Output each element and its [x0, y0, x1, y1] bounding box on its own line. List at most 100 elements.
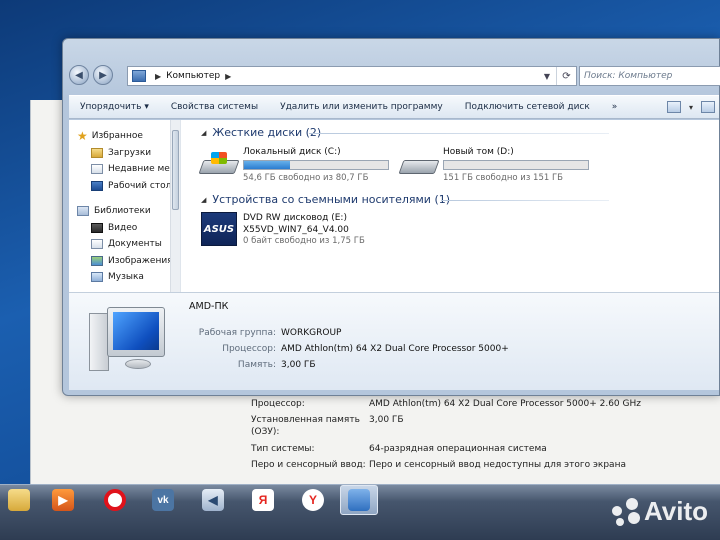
- taskbar-button-folder[interactable]: [0, 485, 38, 515]
- address-bar[interactable]: ▶ Компьютер ▶ ▼ ⟳: [127, 66, 577, 86]
- avito-logo-icon: [611, 497, 640, 526]
- cpu-label: Процессор:: [222, 344, 276, 354]
- group-title: Жесткие диски (2): [212, 126, 322, 139]
- chevron-down-icon[interactable]: ▾: [689, 103, 693, 112]
- nav-item-documents[interactable]: Документы: [69, 236, 180, 253]
- cpu-label: Процессор:: [251, 399, 305, 409]
- taskbar-button-explorer[interactable]: [340, 485, 378, 515]
- address-path[interactable]: Компьютер: [166, 71, 220, 81]
- detail-row: Память: 3,00 ГБ: [181, 359, 581, 371]
- drive-free-space: 0 байт свободно из 1,75 ГБ: [243, 236, 365, 246]
- drive-name: DVD RW дисковод (E:): [243, 213, 347, 223]
- music-icon: [91, 272, 103, 283]
- taskbar-button-media[interactable]: ▶: [44, 485, 82, 515]
- nav-item-label: Библиотеки: [94, 206, 151, 217]
- taskbar-button-yandex[interactable]: Я: [244, 485, 282, 515]
- avito-watermark: Avito: [611, 496, 708, 527]
- nav-item-label: Изображения: [108, 255, 173, 266]
- nav-item-label: Избранное: [91, 131, 143, 142]
- avito-text: Avito: [643, 496, 708, 526]
- group-divider: [309, 133, 609, 134]
- computer-icon: [348, 489, 370, 511]
- drives-view: ◢ Жесткие диски (2) Локальный диск (C:) …: [181, 120, 719, 292]
- system-properties-button[interactable]: Свойства системы: [160, 102, 269, 112]
- system-drive-icon: [198, 152, 240, 176]
- computer-name: AMD-ПК: [189, 301, 229, 312]
- title-bar: ◀ ▶ ▶ Компьютер ▶ ▼ ⟳ Поиск: Компьютер: [63, 39, 720, 91]
- chevron-right-icon[interactable]: ▶: [225, 72, 231, 81]
- nav-item-downloads[interactable]: Загрузки: [69, 145, 180, 162]
- more-commands-button[interactable]: »: [601, 102, 629, 112]
- preview-pane-icon[interactable]: [701, 101, 715, 113]
- organize-button[interactable]: Упорядочить ▾: [69, 102, 160, 112]
- group-divider: [441, 200, 609, 201]
- removable-group-header[interactable]: ◢ Устройства со съемными носителями (1): [201, 193, 609, 206]
- change-view-icon[interactable]: [666, 101, 681, 113]
- nav-item-libraries[interactable]: Библиотеки: [69, 203, 180, 220]
- taskbar-button-yandex-browser[interactable]: Y: [294, 485, 332, 515]
- computer-icon: [132, 70, 146, 82]
- video-icon: [91, 222, 103, 233]
- folder-icon: [8, 489, 30, 511]
- arrow-right-icon: ▶: [99, 69, 107, 81]
- nav-item-pictures[interactable]: Изображения: [69, 253, 180, 270]
- collapse-arrow-icon[interactable]: ◢: [201, 129, 206, 137]
- taskbar-button-opera[interactable]: [96, 485, 134, 515]
- nav-item-music[interactable]: Музыка: [69, 269, 180, 286]
- system-info-row: Перо и сенсорный ввод: Перо и сенсорный …: [251, 459, 691, 475]
- taskbar-button-audio[interactable]: ◀: [194, 485, 232, 515]
- cpu-value: AMD Athlon(tm) 64 X2 Dual Core Processor…: [369, 399, 641, 409]
- chevron-right-icon[interactable]: ▶: [155, 72, 161, 81]
- nav-item-label: Загрузки: [108, 147, 152, 158]
- pictures-icon: [91, 255, 103, 266]
- media-player-icon: ▶: [52, 489, 74, 511]
- chevron-down-icon[interactable]: ▼: [540, 67, 554, 85]
- forward-button[interactable]: ▶: [93, 65, 113, 85]
- drive-item-dvd[interactable]: ASUS DVD RW дисковод (E:) X55VD_WIN7_64_…: [201, 212, 365, 247]
- map-network-drive-button[interactable]: Подключить сетевой диск: [454, 102, 601, 112]
- workgroup-value: WORKGROUP: [281, 328, 342, 338]
- detail-row: Процессор: AMD Athlon(tm) 64 X2 Dual Cor…: [181, 343, 581, 355]
- system-info-row: Процессор: AMD Athlon(tm) 64 X2 Dual Cor…: [251, 398, 691, 414]
- uninstall-program-button[interactable]: Удалить или изменить программу: [269, 102, 454, 112]
- opera-icon: [104, 489, 126, 511]
- back-button[interactable]: ◀: [69, 65, 89, 85]
- desktop-icon: [91, 180, 103, 191]
- documents-icon: [91, 239, 103, 250]
- ram-value: 3,00 ГБ: [369, 415, 404, 425]
- drive-name: Новый том (D:): [443, 147, 514, 157]
- star-icon: ★: [77, 129, 88, 144]
- nav-item-recent-places[interactable]: Недавние места: [69, 161, 180, 178]
- taskbar-button-vk[interactable]: vk: [144, 485, 182, 515]
- nav-item-favorites[interactable]: ★ Избранное: [69, 128, 180, 145]
- nav-item-video[interactable]: Видео: [69, 220, 180, 237]
- explorer-window: ◀ ▶ ▶ Компьютер ▶ ▼ ⟳ Поиск: Компьютер У…: [62, 38, 720, 396]
- system-info-list: Процессор: AMD Athlon(tm) 64 X2 Dual Cor…: [251, 398, 691, 475]
- drive-free-space: 151 ГБ свободно из 151 ГБ: [443, 173, 563, 183]
- group-title: Устройства со съемными носителями (1): [212, 193, 451, 206]
- drive-item-d[interactable]: Новый том (D:) 151 ГБ свободно из 151 ГБ: [398, 146, 589, 184]
- drive-usage-fill: [244, 161, 291, 169]
- hdd-group-header[interactable]: ◢ Жесткие диски (2): [201, 126, 609, 139]
- view-controls: ▾: [666, 101, 719, 113]
- pen-value: Перо и сенсорный ввод недоступны для это…: [369, 460, 626, 470]
- refresh-icon[interactable]: ⟳: [556, 67, 576, 85]
- drive-item-c[interactable]: Локальный диск (C:) 54,6 ГБ свободно из …: [198, 146, 389, 184]
- nav-item-label: Музыка: [108, 272, 144, 283]
- nav-item-label: Документы: [108, 239, 162, 250]
- navigation-pane: ★ Избранное Загрузки Недавние места Рабоч…: [69, 120, 181, 292]
- system-info-row: Установленная память (ОЗУ): 3,00 ГБ: [251, 414, 691, 443]
- nav-item-label: Рабочий стол: [108, 180, 172, 191]
- arrow-left-icon: ◀: [75, 69, 83, 81]
- search-input[interactable]: Поиск: Компьютер: [579, 66, 720, 86]
- nav-item-desktop[interactable]: Рабочий стол: [69, 178, 180, 195]
- nav-scrollbar[interactable]: [170, 120, 180, 292]
- asus-logo-icon: ASUS: [201, 212, 237, 246]
- detail-row: Рабочая группа: WORKGROUP: [181, 327, 581, 339]
- collapse-arrow-icon[interactable]: ◢: [201, 196, 206, 204]
- drive-usage-bar: [243, 160, 389, 170]
- vk-icon: vk: [152, 489, 174, 511]
- scrollbar-thumb[interactable]: [172, 130, 179, 210]
- ram-label: Память:: [237, 360, 276, 370]
- workgroup-label: Рабочая группа:: [198, 328, 276, 338]
